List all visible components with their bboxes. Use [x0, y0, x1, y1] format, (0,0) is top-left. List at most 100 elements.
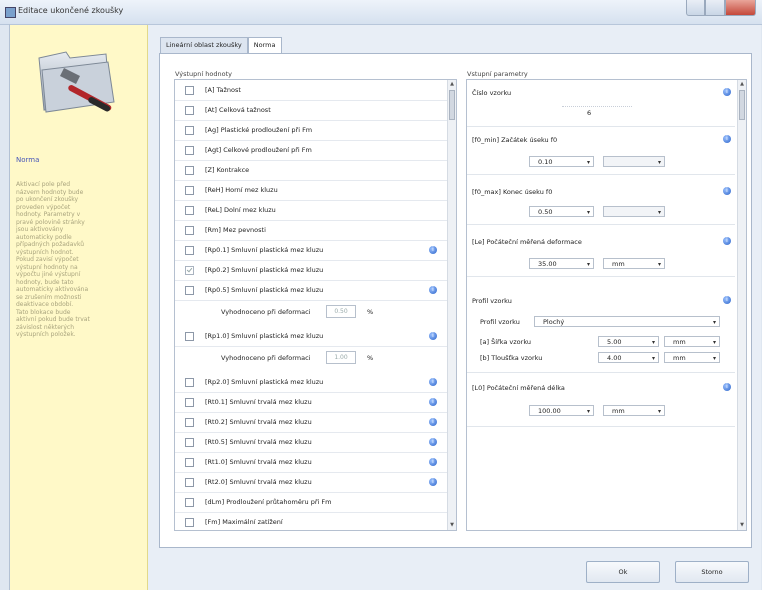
dropdown-arrow-icon: ▾ — [586, 209, 590, 216]
output-item[interactable]: [Fm] Maximální zatížení — [175, 512, 447, 530]
le-label: [Le] Počáteční měřená deformace — [472, 238, 582, 246]
le-unit-select[interactable]: mm ▾ — [603, 258, 665, 269]
scrollbar-thumb[interactable] — [739, 90, 745, 120]
output-item[interactable]: [ReL] Dolní mez kluzu — [175, 200, 447, 221]
info-icon[interactable]: i — [429, 398, 437, 406]
output-checkbox[interactable] — [185, 86, 194, 95]
info-icon[interactable]: i — [429, 438, 437, 446]
l0-unit-select[interactable]: mm ▾ — [603, 405, 665, 416]
output-item[interactable]: [Rt1.0] Smluvní trvalá mez kluzu i — [175, 452, 447, 473]
profile-type-select[interactable]: Plochý ▾ — [534, 316, 720, 327]
output-item[interactable]: [Rp0.2] Smluvní plastická mez kluzu — [175, 260, 447, 281]
info-icon[interactable]: i — [723, 237, 731, 245]
output-item[interactable]: [Z] Kontrakce — [175, 160, 447, 181]
output-checkbox[interactable] — [185, 246, 194, 255]
sample-number-group: Číslo vzorku i 6 — [467, 80, 735, 127]
ok-button[interactable]: Ok — [586, 561, 660, 583]
scroll-down-icon[interactable]: ▼ — [739, 522, 745, 529]
output-checkbox[interactable] — [185, 266, 194, 275]
output-checkbox[interactable] — [185, 478, 194, 487]
width-unit-select[interactable]: mm ▾ — [664, 336, 720, 347]
output-checkbox[interactable] — [185, 106, 194, 115]
scrollbar-thumb[interactable] — [449, 90, 455, 120]
output-label: [ReH] Horní mez kluzu — [205, 186, 278, 194]
output-checkbox[interactable] — [185, 398, 194, 407]
info-icon[interactable]: i — [723, 187, 731, 195]
output-item[interactable]: [Rt0.1] Smluvní trvalá mez kluzu i — [175, 392, 447, 413]
scroll-up-icon[interactable]: ▲ — [739, 81, 745, 88]
output-item[interactable]: [Rt0.5] Smluvní trvalá mez kluzu i — [175, 432, 447, 453]
info-icon[interactable]: i — [723, 135, 731, 143]
width-label: [a] Šířka vzorku — [480, 338, 532, 346]
tab-linear-region[interactable]: Lineární oblast zkoušky — [160, 37, 248, 53]
l0-label: [L0] Počáteční měřená délka — [472, 384, 565, 392]
output-item[interactable]: [Rp0.5] Smluvní plastická mez kluzu i — [175, 280, 447, 301]
output-checkbox[interactable] — [185, 438, 194, 447]
output-item[interactable]: [A] Tažnost — [175, 80, 447, 101]
output-item[interactable]: [ReH] Horní mez kluzu — [175, 180, 447, 201]
close-button[interactable] — [724, 0, 756, 16]
output-label: [Rt1.0] Smluvní trvalá mez kluzu — [205, 458, 312, 466]
cancel-button[interactable]: Storno — [675, 561, 749, 583]
output-item[interactable]: [Rp1.0] Smluvní plastická mez kluzu i — [175, 326, 447, 347]
output-checkbox[interactable] — [185, 458, 194, 467]
deformation-input[interactable]: 1.00 — [326, 351, 356, 364]
info-icon[interactable]: i — [723, 88, 731, 96]
output-checkbox[interactable] — [185, 226, 194, 235]
info-icon[interactable]: i — [429, 418, 437, 426]
width-stepper[interactable]: 5.00 ▾ — [598, 336, 659, 347]
scroll-down-icon[interactable]: ▼ — [449, 522, 455, 529]
output-label: [At] Celková tažnost — [205, 106, 271, 114]
outputs-scrollbar[interactable]: ▲ ▼ — [447, 80, 456, 530]
info-icon[interactable]: i — [429, 378, 437, 386]
le-stepper[interactable]: 35.00 ▾ — [529, 258, 594, 269]
output-item[interactable]: [Agt] Celkové prodloužení při Fm — [175, 140, 447, 161]
output-item[interactable]: [Rp0.1] Smluvní plastická mez kluzu i — [175, 240, 447, 261]
output-label: [Rt2.0] Smluvní trvalá mez kluzu — [205, 478, 312, 486]
f0-min-label: [f0_min] Začátek úseku f0 — [472, 136, 558, 144]
f0-max-stepper[interactable]: 0.50 ▾ — [529, 206, 594, 217]
output-checkbox[interactable] — [185, 146, 194, 155]
sample-number-value[interactable]: 6 — [587, 109, 591, 117]
output-checkbox[interactable] — [185, 418, 194, 427]
output-item[interactable]: [Rm] Mez pevnosti — [175, 220, 447, 241]
info-icon[interactable]: i — [429, 246, 437, 254]
info-icon[interactable]: i — [723, 383, 731, 391]
thickness-stepper[interactable]: 4.00 ▾ — [598, 352, 659, 363]
maximize-button[interactable] — [705, 0, 725, 16]
info-icon[interactable]: i — [723, 296, 731, 304]
thickness-unit-select[interactable]: mm ▾ — [664, 352, 720, 363]
output-checkbox[interactable] — [185, 286, 194, 295]
output-checkbox[interactable] — [185, 206, 194, 215]
output-checkbox[interactable] — [185, 126, 194, 135]
help-sidebar: Norma Aktivací pole před názvem hodnoty … — [10, 25, 148, 590]
output-item[interactable]: [Ag] Plastické prodloužení při Fm — [175, 120, 447, 141]
output-label: [Agt] Celkové prodloužení při Fm — [205, 146, 312, 154]
f0-max-unit-select[interactable]: ▾ — [603, 206, 665, 217]
params-scrollbar[interactable]: ▲ ▼ — [737, 80, 746, 530]
output-item[interactable]: [Rp2.0] Smluvní plastická mez kluzu i — [175, 372, 447, 393]
output-item[interactable]: [Rt2.0] Smluvní trvalá mez kluzu i — [175, 472, 447, 493]
info-icon[interactable]: i — [429, 332, 437, 340]
deformation-input[interactable]: 0.50 — [326, 305, 356, 318]
info-icon[interactable]: i — [429, 478, 437, 486]
output-checkbox[interactable] — [185, 332, 194, 341]
f0-min-stepper[interactable]: 0.10 ▾ — [529, 156, 594, 167]
output-item[interactable]: [Rt0.2] Smluvní trvalá mez kluzu i — [175, 412, 447, 433]
tab-norm[interactable]: Norma — [247, 37, 282, 54]
output-checkbox[interactable] — [185, 498, 194, 507]
scroll-up-icon[interactable]: ▲ — [449, 81, 455, 88]
l0-stepper[interactable]: 100.00 ▾ — [529, 405, 594, 416]
output-label: [Rp0.2] Smluvní plastická mez kluzu — [205, 266, 324, 274]
f0-min-unit-select[interactable]: ▾ — [603, 156, 665, 167]
window-controls — [686, 0, 756, 16]
output-checkbox[interactable] — [185, 378, 194, 387]
output-item[interactable]: [At] Celková tažnost — [175, 100, 447, 121]
minimize-button[interactable] — [686, 0, 706, 16]
info-icon[interactable]: i — [429, 286, 437, 294]
output-checkbox[interactable] — [185, 518, 194, 527]
output-checkbox[interactable] — [185, 166, 194, 175]
info-icon[interactable]: i — [429, 458, 437, 466]
output-item[interactable]: [dLm] Prodloužení průtahoměru při Fm — [175, 492, 447, 513]
output-checkbox[interactable] — [185, 186, 194, 195]
